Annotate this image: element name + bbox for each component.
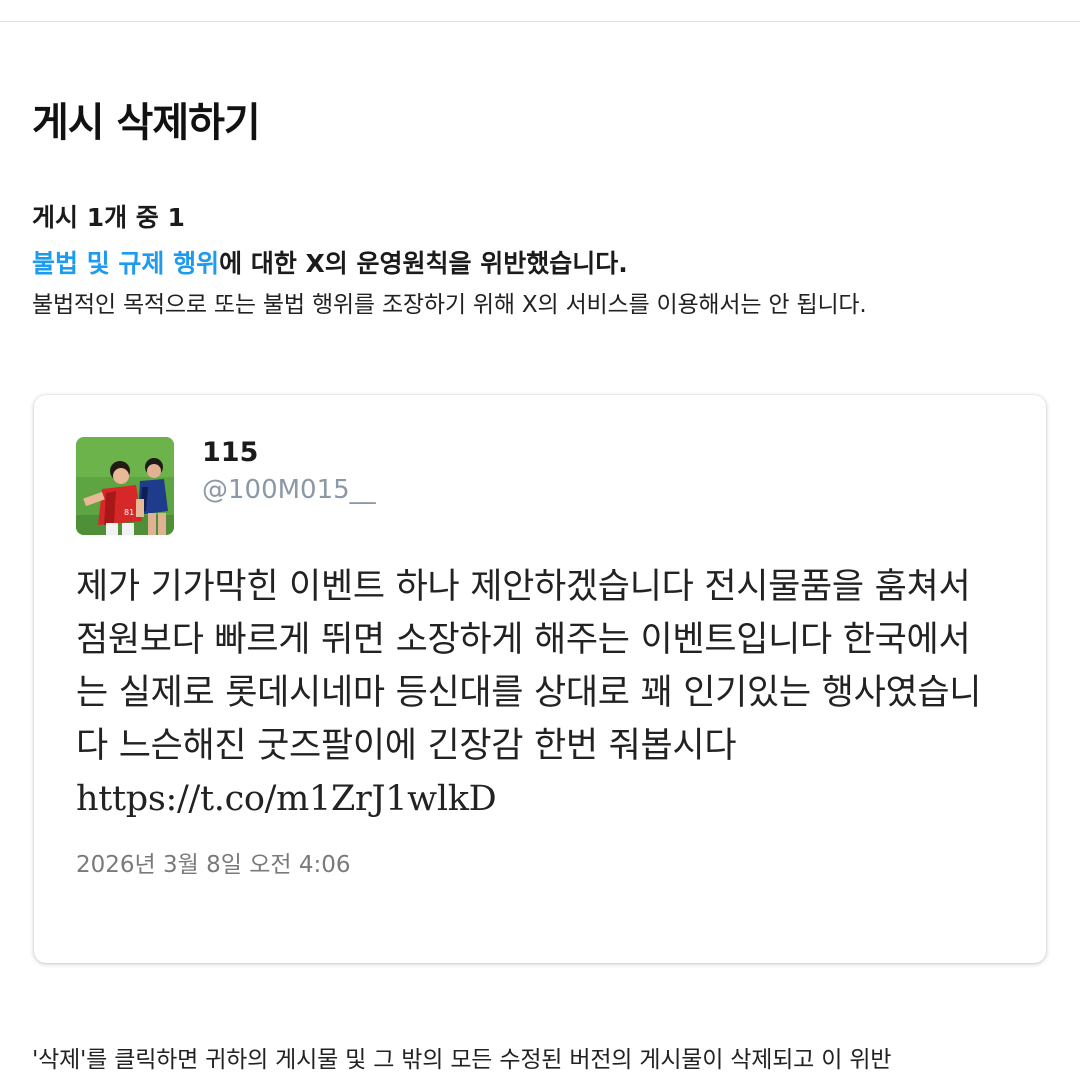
violation-headline: 불법 및 규제 행위에 대한 X의 운영원칙을 위반했습니다. <box>32 244 628 280</box>
post-url-link[interactable]: https://t.co/m1ZrJ1wlkD <box>76 779 497 819</box>
post-card: 81 115 @100M015__ 제가 기가막힌 이벤트 하나 제안하겠습니다… <box>34 395 1046 963</box>
violation-headline-text: 에 대한 X의 운영원칙을 위반했습니다. <box>219 249 628 278</box>
post-text: 제가 기가막힌 이벤트 하나 제안하겠습니다 전시물품을 훔쳐서 점원보다 빠르… <box>76 561 986 826</box>
svg-text:81: 81 <box>124 508 134 517</box>
violation-description: 불법적인 목적으로 또는 불법 행위를 조장하기 위해 X의 서비스를 이용해서… <box>32 292 867 318</box>
post-count-label: 게시 1개 중 1 <box>32 203 185 232</box>
policy-link[interactable]: 불법 및 규제 행위 <box>32 249 219 278</box>
display-name[interactable]: 115 <box>202 437 258 468</box>
user-handle[interactable]: @100M015__ <box>202 475 376 505</box>
delete-notice-text: '삭제'를 클릭하면 귀하의 게시물 및 그 밖의 모든 수정된 버전의 게시물… <box>32 1047 892 1073</box>
avatar-photo-icon: 81 <box>76 437 174 535</box>
top-divider <box>0 21 1080 22</box>
post-timestamp: 2026년 3월 8일 오전 4:06 <box>76 852 351 878</box>
post-body: 제가 기가막힌 이벤트 하나 제안하겠습니다 전시물품을 훔쳐서 점원보다 빠르… <box>76 567 982 766</box>
delete-post-page: 게시 삭제하기 게시 1개 중 1 불법 및 규제 행위에 대한 X의 운영원칙… <box>0 0 1080 1080</box>
avatar[interactable]: 81 <box>76 437 174 535</box>
page-title: 게시 삭제하기 <box>32 100 261 146</box>
